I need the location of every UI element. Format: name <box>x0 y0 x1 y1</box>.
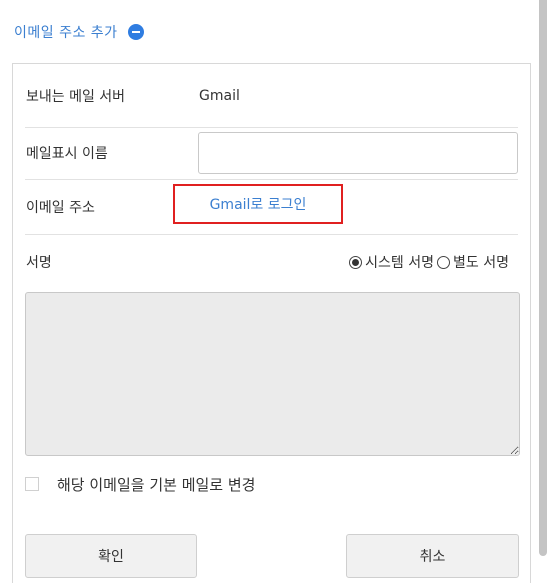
gmail-login-link[interactable]: Gmail로 로그인 <box>173 184 343 224</box>
system-signature-label[interactable]: 시스템 서명 <box>365 252 434 272</box>
email-address-label: 이메일 주소 <box>26 199 95 216</box>
scrollbar-thumb[interactable] <box>539 0 547 556</box>
mail-server-value: Gmail <box>199 87 240 104</box>
section-header: 이메일 주소 추가 <box>14 20 144 44</box>
display-name-input[interactable] <box>198 132 518 174</box>
mail-server-row: 보내는 메일 서버 Gmail <box>25 64 518 128</box>
signature-textarea[interactable] <box>25 292 520 456</box>
display-name-row: 메일표시 이름 <box>25 127 518 180</box>
display-name-label: 메일표시 이름 <box>26 146 108 162</box>
email-address-row: 이메일 주소 Gmail로 로그인 <box>25 179 518 235</box>
signature-options: 시스템 서명 별도 서명 <box>349 252 512 272</box>
cancel-button[interactable]: 취소 <box>346 534 519 578</box>
custom-signature-radio[interactable] <box>437 255 451 269</box>
set-default-checkbox[interactable] <box>25 477 39 491</box>
section-title: 이메일 주소 추가 <box>14 25 118 41</box>
custom-signature-label[interactable]: 별도 서명 <box>453 252 509 272</box>
add-email-panel: 보내는 메일 서버 Gmail 메일표시 이름 이메일 주소 Gmail로 로그… <box>12 63 531 583</box>
mail-server-label: 보내는 메일 서버 <box>26 88 126 105</box>
confirm-button[interactable]: 확인 <box>25 534 197 578</box>
scrollbar[interactable] <box>537 0 551 577</box>
set-default-row: 해당 이메일을 기본 메일로 변경 <box>25 472 255 496</box>
minus-circle-icon[interactable] <box>127 24 144 40</box>
set-default-label[interactable]: 해당 이메일을 기본 메일로 변경 <box>57 474 255 495</box>
signature-row: 서명 시스템 서명 별도 서명 <box>25 247 518 277</box>
system-signature-radio[interactable] <box>349 255 363 269</box>
signature-label: 서명 <box>26 255 52 271</box>
